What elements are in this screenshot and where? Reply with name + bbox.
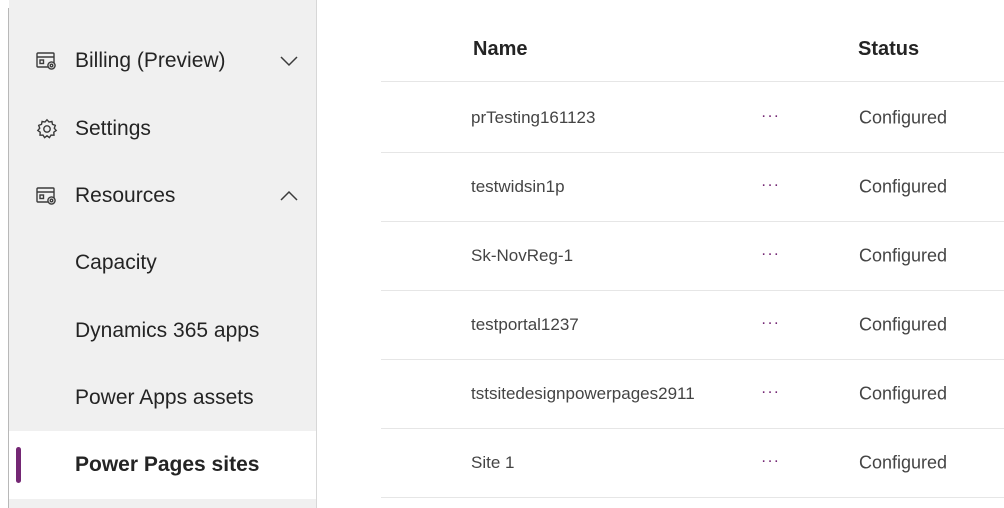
sidebar-nav: Billing (Preview) Settings Resources Cap… — [9, 0, 317, 508]
resources-settings-icon — [35, 184, 59, 208]
chevron-up-icon[interactable] — [277, 184, 301, 208]
more-options-button[interactable]: ··· — [761, 384, 780, 400]
status-cell: Configured — [859, 452, 948, 473]
status-cell: Configured — [859, 383, 948, 404]
site-name-cell[interactable]: Sk-NovReg-1 — [471, 246, 573, 266]
more-options-button[interactable]: ··· — [761, 315, 780, 331]
sidebar-item-power-apps-assets[interactable]: Power Apps assets — [9, 364, 316, 432]
billing-settings-icon — [35, 49, 59, 73]
sidebar-item-settings[interactable]: Settings — [9, 95, 316, 163]
table-header-row: Name Status — [381, 12, 1004, 82]
more-options-button[interactable]: ··· — [761, 108, 780, 124]
chevron-down-icon[interactable] — [277, 49, 301, 73]
site-name-cell[interactable]: Site 1 — [471, 453, 514, 473]
column-header-name[interactable]: Name — [473, 38, 527, 61]
sidebar-item-power-pages-sites[interactable]: Power Pages sites — [9, 431, 316, 499]
sidebar-item-capacity[interactable]: Capacity — [9, 229, 316, 297]
sidebar-item-label: Billing (Preview) — [75, 49, 226, 72]
sidebar-item-label: Resources — [75, 184, 176, 207]
selected-indicator — [16, 447, 21, 483]
sidebar-item-label: Dynamics 365 apps — [75, 319, 260, 342]
status-cell: Configured — [859, 176, 948, 197]
table-row[interactable]: Site 1 ··· Configured — [381, 429, 1004, 498]
site-name-cell[interactable]: testportal1237 — [471, 315, 579, 335]
sidebar-item-label: Power Pages sites — [75, 453, 260, 476]
sidebar-item-label: Settings — [75, 117, 151, 140]
more-options-button[interactable]: ··· — [761, 246, 780, 262]
sites-table: Name Status prTesting161123 ··· Configur… — [381, 0, 1004, 508]
site-name-cell[interactable]: prTesting161123 — [471, 108, 595, 128]
table-row[interactable]: prTesting161123 ··· Configured — [381, 84, 1004, 153]
table-row[interactable]: tstsitedesignpowerpages2911 ··· Configur… — [381, 360, 1004, 429]
status-cell: Configured — [859, 245, 948, 266]
sidebar-item-billing[interactable]: Billing (Preview) — [9, 27, 316, 95]
gear-icon — [35, 117, 59, 141]
sidebar-item-resources[interactable]: Resources — [9, 162, 316, 230]
site-name-cell[interactable]: tstsitedesignpowerpages2911 — [471, 384, 695, 404]
sidebar-item-label: Capacity — [75, 251, 157, 274]
status-cell: Configured — [859, 107, 948, 128]
sidebar-item-dynamics-365-apps[interactable]: Dynamics 365 apps — [9, 297, 316, 365]
table-row[interactable]: testportal1237 ··· Configured — [381, 291, 1004, 360]
more-options-button[interactable]: ··· — [761, 177, 780, 193]
more-options-button[interactable]: ··· — [761, 453, 780, 469]
status-cell: Configured — [859, 314, 948, 335]
column-header-status[interactable]: Status — [858, 38, 919, 61]
table-row[interactable]: Sk-NovReg-1 ··· Configured — [381, 222, 1004, 291]
screen: Billing (Preview) Settings Resources Cap… — [0, 0, 1004, 508]
sidebar-item-label: Power Apps assets — [75, 386, 254, 409]
table-row[interactable]: testwidsin1p ··· Configured — [381, 153, 1004, 222]
site-name-cell[interactable]: testwidsin1p — [471, 177, 565, 197]
